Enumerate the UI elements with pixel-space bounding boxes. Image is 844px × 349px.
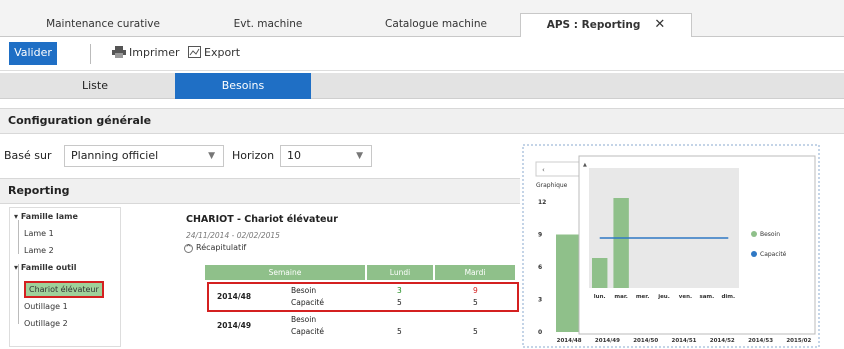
lundi-capacite: 5 bbox=[397, 327, 402, 336]
x-tick-label: ven. bbox=[679, 294, 692, 300]
horizon-value: 10 bbox=[287, 149, 301, 162]
tree-node-chariot-elevateur[interactable]: Chariot élévateur bbox=[24, 281, 104, 298]
week-cell: 2014/49 bbox=[217, 321, 252, 330]
collapse-circle-icon: ^ bbox=[184, 244, 193, 253]
row-label: Capacité bbox=[291, 327, 324, 336]
horizon-label: Horizon bbox=[232, 149, 275, 162]
config-section-header: Configuration générale bbox=[0, 108, 844, 134]
tree-node-label: Famille lame bbox=[20, 212, 78, 221]
tab-catalogue-machine[interactable]: Catalogue machine bbox=[350, 13, 522, 37]
bar bbox=[556, 234, 583, 332]
x-tick-label: lun. bbox=[594, 294, 606, 300]
mardi-capacite: 5 bbox=[473, 327, 478, 336]
tab-label: Catalogue machine bbox=[385, 18, 487, 30]
tree-node-outillage-2[interactable]: Outillage 2 bbox=[24, 319, 68, 328]
legend-label: Besoin bbox=[760, 231, 780, 238]
report-dates: 24/11/2014 - 02/02/2015 bbox=[186, 231, 280, 240]
graphique-toggle: Graphique bbox=[536, 182, 568, 189]
recap-label: Récapitulatif bbox=[196, 243, 247, 252]
subtab-besoins-outillage[interactable]: Besoins outillage/res...✕ bbox=[175, 73, 311, 119]
print-label: Imprimer bbox=[129, 46, 180, 59]
x-tick-label: dim. bbox=[721, 294, 735, 300]
report-title: CHARIOT - Chariot élévateur bbox=[186, 214, 338, 225]
toolbar-divider bbox=[90, 44, 91, 64]
x-tick-label: 2014/48 bbox=[557, 338, 582, 344]
col-header-semaine: Semaine bbox=[205, 265, 365, 280]
chevron-down-icon: ▼ bbox=[208, 151, 215, 161]
scroll-arrow-icon: ▲ bbox=[583, 162, 587, 168]
export-icon bbox=[188, 46, 201, 58]
plot-area bbox=[589, 168, 739, 288]
bar bbox=[613, 198, 629, 288]
highlight-box bbox=[207, 282, 519, 312]
x-tick-label: mar. bbox=[614, 294, 627, 300]
scroll-left-icon: ‹ bbox=[542, 166, 545, 174]
tab-label: Evt. machine bbox=[233, 18, 303, 30]
tree-node-lame-2[interactable]: Lame 2 bbox=[24, 246, 54, 255]
tab-maintenance-curative[interactable]: Maintenance curative bbox=[18, 13, 188, 37]
tab-label: APS : Reporting bbox=[546, 19, 641, 31]
base-label: Basé sur bbox=[4, 149, 52, 162]
collapse-arrow-icon: ▾ bbox=[14, 212, 19, 221]
close-icon[interactable]: ✕ bbox=[654, 17, 665, 32]
row-label: Besoin bbox=[291, 315, 317, 324]
subtab-label: Liste bbox=[82, 79, 108, 92]
col-header-mardi: Mardi bbox=[435, 265, 515, 280]
tree-node-lame-1[interactable]: Lame 1 bbox=[24, 229, 54, 238]
x-tick-label: mer. bbox=[636, 294, 649, 300]
export-label: Export bbox=[204, 46, 241, 59]
base-value: Planning officiel bbox=[71, 149, 159, 162]
reporting-section-header: Reporting bbox=[0, 178, 520, 204]
tree-node-famille-lame[interactable]: ▾ Famille lame bbox=[14, 212, 78, 221]
y-tick-label: 9 bbox=[538, 232, 542, 239]
base-select[interactable]: Planning officiel ▼ bbox=[64, 145, 224, 167]
print-button[interactable]: Imprimer bbox=[112, 46, 180, 59]
tree-node-label: Famille outil bbox=[20, 263, 77, 272]
y-tick-label: 0 bbox=[538, 329, 542, 336]
legend-swatch bbox=[751, 251, 757, 257]
x-tick-label: jeu. bbox=[657, 294, 670, 300]
x-tick-label: 2014/49 bbox=[595, 338, 620, 344]
horizon-select[interactable]: 10 ▼ bbox=[280, 145, 372, 167]
y-tick-label: 3 bbox=[538, 297, 542, 304]
tab-label: Maintenance curative bbox=[46, 18, 160, 30]
x-tick-label: sam. bbox=[699, 294, 714, 300]
tree-node-outillage-1[interactable]: Outillage 1 bbox=[24, 302, 68, 311]
collapse-arrow-icon: ▾ bbox=[14, 263, 19, 272]
tree-node-famille-outil[interactable]: ▾ Famille outil bbox=[14, 263, 76, 272]
tab-evt-machine[interactable]: Evt. machine bbox=[193, 13, 343, 37]
export-button[interactable]: Export bbox=[188, 46, 240, 59]
daily-chart-popup: ▲ lun. mar. mer. jeu. ven. sam. dim. Besoin Capac… bbox=[578, 155, 816, 335]
tab-aps-reporting[interactable]: APS : Reporting ✕ bbox=[520, 13, 692, 38]
x-tick-label: 2014/52 bbox=[710, 338, 735, 344]
bar bbox=[592, 258, 608, 288]
legend-label: Capacité bbox=[760, 251, 787, 258]
y-tick-label: 12 bbox=[538, 199, 546, 206]
chart-panel: ‹ Graphique 0 3 6 9 12 2014/48 2014/49 2014/50 201… bbox=[522, 144, 820, 348]
legend-swatch bbox=[751, 231, 757, 237]
recap-toggle[interactable]: ^ Récapitulatif bbox=[184, 243, 246, 253]
subtab-liste[interactable]: Liste bbox=[20, 73, 170, 99]
tree-panel: ▾ Famille lame Lame 1 Lame 2 ▾ Famille o… bbox=[9, 207, 121, 347]
col-header-lundi: Lundi bbox=[367, 265, 433, 280]
x-tick-label: 2014/51 bbox=[672, 338, 697, 344]
x-tick-label: 2014/50 bbox=[633, 338, 658, 344]
x-tick-label: 2015/02 bbox=[786, 338, 811, 344]
y-tick-label: 6 bbox=[538, 264, 542, 271]
printer-icon bbox=[112, 46, 126, 58]
chevron-down-icon: ▼ bbox=[356, 151, 363, 161]
x-tick-label: 2014/53 bbox=[748, 338, 773, 344]
valider-button[interactable]: Valider bbox=[9, 42, 57, 65]
